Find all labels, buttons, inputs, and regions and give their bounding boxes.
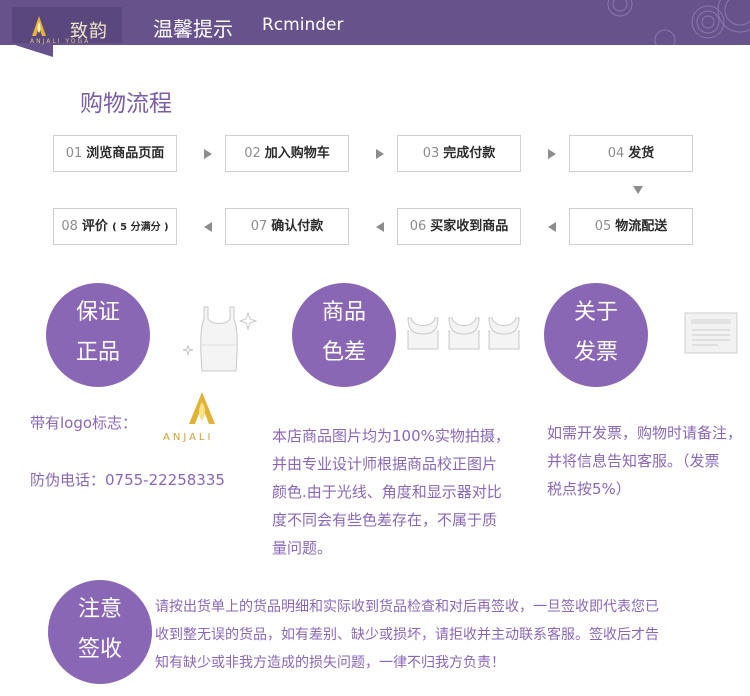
header-title: 温馨提示 [153,17,233,41]
flow-step-03: 03 完成付款 [397,135,521,172]
step-number: 05 [594,219,612,234]
logo-mark-icon [32,16,46,36]
sign-circle: 注意 签收 [48,580,152,684]
header-banner: 致韵瑜伽 ANJALI YOGA 温馨提示 Rcminder [0,0,750,45]
flow-step-02: 02 加入购物车 [225,135,349,172]
invoice-icon [684,312,738,354]
arrow-left-icon [548,222,556,232]
flow-step-05: 05 物流配送 [569,208,693,245]
step-number: 08 [61,219,78,234]
sign-line-2: 收到整无误的货品，如有差别、缺少或损坏，请拒收并主动联系客服。签收后才告 [155,627,659,643]
circle-line-2: 签收 [77,637,122,662]
arrow-left-icon [376,222,384,232]
decorative-swirl-icon [607,0,750,45]
arrow-right-icon [204,149,212,159]
guarantee-circle: 保证 正品 [46,283,150,387]
circle-line-1: 注意 [77,597,122,622]
invoice-circle: 关于 发票 [544,283,648,387]
step-label: 确认付款 [271,219,324,234]
header-tail-decoration [15,45,53,57]
step-number: 07 [250,219,268,234]
section-title: 购物流程 [80,91,172,117]
logo-english-text: ANJALI YOGA [30,38,91,45]
color-diff-line-4: 度不同会有些色差存在，不属于质 [272,511,498,529]
step-label: 浏览商品页面 [86,146,165,161]
flow-step-06: 06 买家收到商品 [397,208,521,245]
step-label: 完成付款 [443,146,496,161]
color-diff-line-5: 量问题。 [272,539,333,557]
step-number: 02 [244,146,261,161]
sparkle-icon [238,311,257,331]
bra-icon [407,317,520,350]
color-diff-circle: 商品 色差 [292,283,396,387]
arrow-left-icon [204,222,212,232]
tank-top-icon [182,306,257,372]
brand-logo[interactable]: 致韵瑜伽 ANJALI YOGA [12,7,122,45]
anjali-logo-text: ANJALI [163,432,214,443]
invoice-line-2: 并将信息告知客服。（发票 [547,452,720,470]
step-label: 加入购物车 [264,146,330,161]
step-number: 01 [65,146,83,161]
step-number: 06 [409,219,427,234]
circle-line-1: 保证 [75,300,120,325]
anti-fake-phone: 防伪电话：0755-22258335 [30,471,225,489]
sign-line-3: 知有缺少或非我方造成的损失问题，一律不归我方负责！ [155,655,505,671]
invoice-line-1: 如需开发票，购物时请备注， [547,424,743,442]
circle-line-2: 发票 [573,340,618,365]
step-label: 发货 [628,146,655,161]
flow-step-04: 04 发货 [569,135,693,172]
step-label: 评价 [81,219,108,234]
arrow-right-icon [376,149,384,159]
header-subtitle: Rcminder [262,15,344,35]
circle-line-2: 色差 [321,340,366,365]
step-number: 03 [422,146,440,161]
step-label: 物流配送 [615,219,668,234]
flow-step-07: 07 确认付款 [225,208,349,245]
circle-line-2: 正品 [75,340,120,365]
step-note: ( 5 分满分 ) [112,222,169,233]
arrow-down-icon [633,186,643,194]
flow-step-01: 01 浏览商品页面 [53,135,177,172]
invoice-line-3: 税点按5%） [547,480,631,498]
sign-line-1: 请按出货单上的货品明细和实际收到货品检查和对后再签收，一旦签收即代表您已 [155,599,659,615]
circle-line-1: 商品 [321,300,366,325]
step-label: 买家收到商品 [430,219,509,234]
step-number: 04 [607,146,625,161]
color-diff-line-1: 本店商品图片均为100%实物拍摄， [272,427,510,445]
color-diff-line-3: 颜色.由于光线、角度和显示器对比 [272,483,502,501]
arrow-right-icon [548,149,556,159]
flow-step-08: 08 评价 ( 5 分满分 ) [53,208,177,245]
circle-line-1: 关于 [573,300,618,325]
logo-label: 带有logo标志： [30,414,138,432]
color-diff-line-2: 并由专业设计师根据商品校正图片 [272,455,498,473]
